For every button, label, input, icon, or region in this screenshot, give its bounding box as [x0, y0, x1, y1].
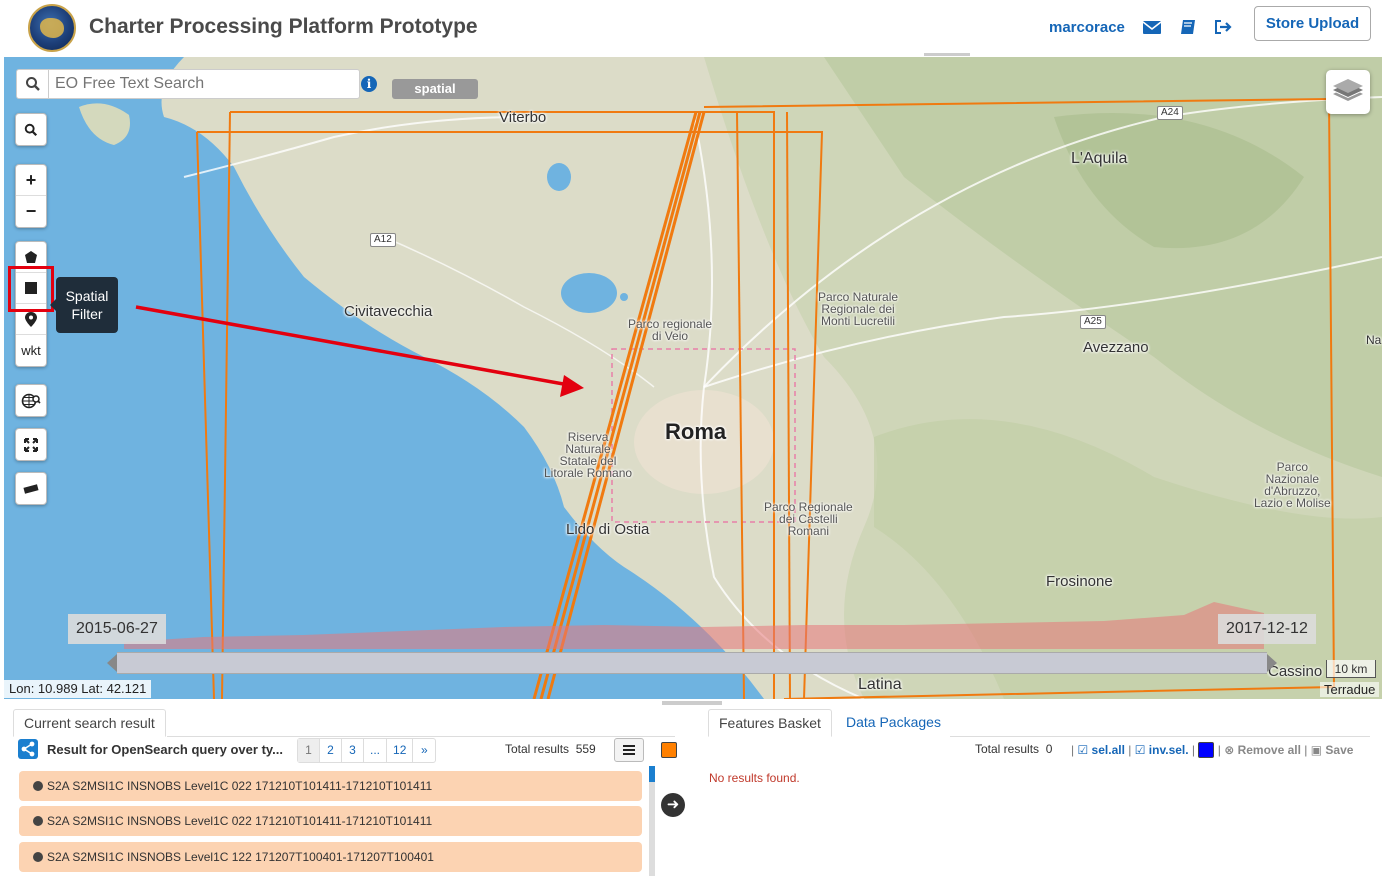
logo	[28, 4, 76, 52]
timeline-right-handle[interactable]	[1267, 654, 1277, 672]
invert-selection-button[interactable]: ☑ inv.sel.	[1135, 743, 1189, 757]
save-label: Save	[1325, 743, 1354, 757]
total-results: Total results 559	[505, 742, 596, 756]
basket-total-results: Total results 0	[975, 742, 1052, 756]
globe-icon	[33, 852, 43, 862]
user-link[interactable]: marcorace	[1049, 19, 1125, 36]
empty-message: No results found.	[709, 771, 800, 785]
invert-selection-label: inv.sel.	[1148, 743, 1189, 757]
pagination: 1 2 3 ... 12 »	[297, 738, 437, 763]
layers-icon	[1333, 79, 1363, 101]
remove-all-button[interactable]: ⊗ Remove all	[1224, 743, 1301, 757]
result-row-label: S2A S2MSI1C INSNOBS Level1C 022 171210T1…	[47, 814, 433, 828]
book-icon[interactable]	[1178, 18, 1198, 36]
globe-icon	[33, 781, 43, 791]
page-button[interactable]: 12	[387, 739, 414, 762]
timeline-end-date: 2017-12-12	[1218, 614, 1316, 644]
result-row[interactable]: S2A S2MSI1C INSNOBS Level1C 122 171207T1…	[19, 842, 642, 872]
basket-color-swatch[interactable]	[1198, 742, 1215, 758]
app-header: Charter Processing Platform Prototype ma…	[0, 0, 1386, 56]
result-title: Result for OpenSearch query over ty...	[47, 742, 283, 757]
total-results-value: 559	[575, 742, 596, 756]
annotation-arrow	[135, 305, 584, 397]
result-row-label: S2A S2MSI1C INSNOBS Level1C 122 171207T1…	[47, 850, 434, 864]
page-button[interactable]: ...	[364, 739, 388, 762]
tab-features-basket[interactable]: Features Basket	[708, 709, 832, 737]
page-button[interactable]: 2	[320, 739, 342, 762]
map-view[interactable]: Viterbo Civitavecchia Roma L'Aquila Avez…	[4, 57, 1382, 699]
tab-underline	[950, 736, 1370, 737]
share-icon[interactable]	[18, 739, 38, 759]
remove-all-label: Remove all	[1237, 743, 1301, 757]
basket-toolbar: | ☑ sel.all | ☑ inv.sel. | | ⊗ Remove al…	[1071, 742, 1354, 758]
panel-resize-handle[interactable]	[662, 701, 722, 705]
page-button[interactable]: 1	[298, 739, 320, 762]
result-row[interactable]: S2A S2MSI1C INSNOBS Level1C 022 171210T1…	[19, 771, 642, 801]
cursor-coordinates: Lon: 10.989 Lat: 42.121	[4, 680, 152, 698]
basket-total-label: Total results	[975, 742, 1040, 756]
page-button[interactable]: 3	[342, 739, 364, 762]
layers-button[interactable]	[1326, 70, 1370, 114]
timeline-range[interactable]	[117, 652, 1267, 674]
basket-total-value: 0	[1045, 742, 1053, 756]
scale-bar: 10 km	[1326, 660, 1376, 678]
result-row[interactable]: S2A S2MSI1C INSNOBS Level1C 022 171210T1…	[19, 806, 642, 836]
globe-icon	[33, 816, 43, 826]
total-results-label: Total results	[505, 742, 570, 756]
result-color-swatch[interactable]	[661, 742, 677, 758]
add-to-basket-arrow-icon[interactable]: ➜	[661, 793, 685, 817]
page-title: Charter Processing Platform Prototype	[89, 15, 478, 38]
tab-current-search-result[interactable]: Current search result	[13, 709, 166, 737]
map-attribution[interactable]: Terradue	[1320, 682, 1380, 697]
results-scrollbar[interactable]	[649, 766, 655, 876]
map-resize-handle[interactable]	[924, 53, 970, 56]
result-row-label: S2A S2MSI1C INSNOBS Level1C 022 171210T1…	[47, 779, 433, 793]
timeline-left-handle[interactable]	[107, 654, 117, 672]
next-page-button[interactable]: »	[413, 739, 435, 762]
store-upload-button[interactable]: Store Upload	[1254, 6, 1371, 41]
select-all-button[interactable]: ☑ sel.all	[1077, 743, 1124, 757]
select-all-label: sel.all	[1091, 743, 1125, 757]
envelope-icon[interactable]	[1142, 18, 1162, 36]
timeline-start-date: 2015-06-27	[68, 614, 166, 644]
tab-data-packages[interactable]: Data Packages	[836, 709, 951, 737]
list-view-button[interactable]	[614, 738, 644, 762]
sign-out-icon[interactable]	[1213, 18, 1233, 36]
save-button[interactable]: ▣ Save	[1311, 743, 1354, 757]
list-icon	[623, 745, 635, 755]
tab-underline	[167, 736, 675, 737]
